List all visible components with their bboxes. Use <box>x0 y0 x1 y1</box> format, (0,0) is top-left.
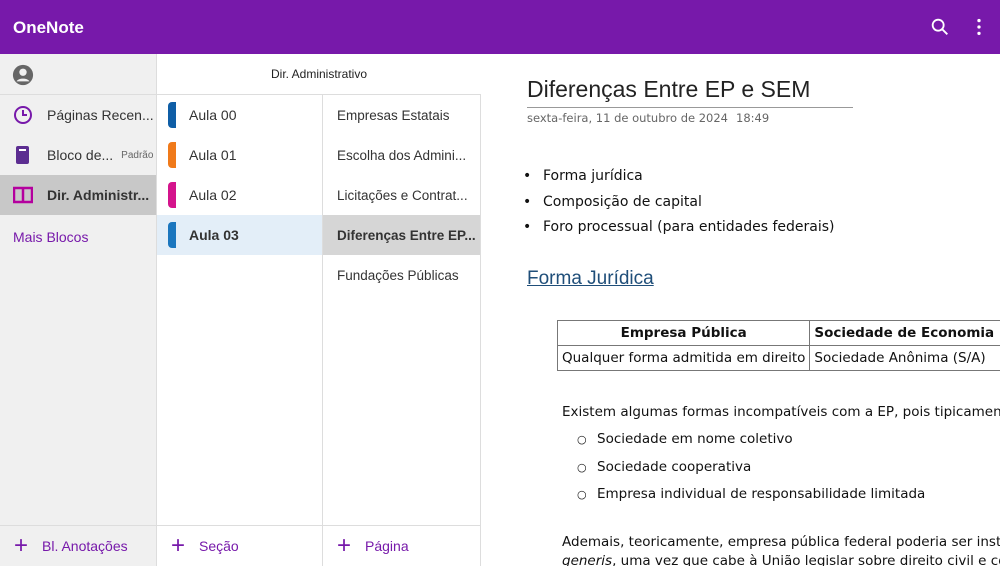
paragraph: Ademais, teoricamente, empresa pública f… <box>562 533 1000 566</box>
page-time: 18:49 <box>736 111 770 125</box>
table-cell: Qualquer forma admitida em direito <box>556 345 811 371</box>
notebook-item-default[interactable]: Bloco de... Padrão <box>0 135 156 175</box>
page-content[interactable]: Diferenças Entre EP e SEM sexta-feira, 1… <box>481 54 1000 566</box>
paragraph-line: Ademais, teoricamente, empresa pública f… <box>562 534 1000 550</box>
list-item: Empresa individual de responsabilidade l… <box>597 481 925 509</box>
book-open-icon <box>13 185 33 205</box>
section-heading: Forma Jurídica <box>527 268 654 289</box>
page-list-pane: Empresas Estatais Escolha dos Admini... … <box>323 54 481 566</box>
section-label: Aula 03 <box>189 227 239 243</box>
paragraph-line: , uma vez que cabe à União legislar sobr… <box>612 553 1000 566</box>
add-page-button[interactable]: + Página <box>323 525 480 566</box>
section-item[interactable]: Aula 01 <box>157 135 322 175</box>
section-pane: Aula 00 Aula 01 Aula 02 Aula 03 + Seção <box>157 54 323 566</box>
add-page-label: Página <box>365 538 409 554</box>
more-notebooks-link[interactable]: Mais Blocos <box>0 215 156 259</box>
paragraph: Existem algumas formas incompatíveis com… <box>562 404 1000 420</box>
section-label: Aula 02 <box>189 187 237 203</box>
page-item[interactable]: Escolha dos Admini... <box>323 135 480 175</box>
notebook-label: Páginas Recen... <box>47 107 154 123</box>
app-header: OneNote <box>0 0 1000 54</box>
page-item[interactable]: Empresas Estatais <box>323 95 480 135</box>
section-tab-icon <box>168 102 176 128</box>
list-item: Forma jurídica <box>543 164 834 190</box>
add-section-button[interactable]: + Seção <box>157 525 322 566</box>
notebook-icon <box>13 145 33 165</box>
section-tab-icon <box>168 142 176 168</box>
page-item[interactable]: Licitações e Contrat... <box>323 175 480 215</box>
account-area[interactable] <box>0 54 156 95</box>
add-notebook-button[interactable]: + Bl. Anotações <box>0 525 156 566</box>
table-header: Sociedade de Economia Mista <box>809 320 1000 346</box>
default-badge: Padrão <box>121 149 154 161</box>
comparison-table: Empresa PúblicaSociedade de Economia Mis… <box>556 320 1000 371</box>
app-title: OneNote <box>13 18 84 37</box>
clock-icon <box>13 105 33 125</box>
plus-icon: + <box>171 532 186 559</box>
more-options-icon[interactable] <box>968 16 990 38</box>
add-section-label: Seção <box>199 538 239 554</box>
page-title[interactable]: Diferenças Entre EP e SEM <box>527 76 853 108</box>
section-item[interactable]: Aula 02 <box>157 175 322 215</box>
add-notebook-label: Bl. Anotações <box>42 538 128 554</box>
page-item[interactable]: Fundações Públicas <box>323 255 480 295</box>
search-icon[interactable] <box>929 16 951 38</box>
section-item-selected[interactable]: Aula 03 <box>157 215 322 255</box>
section-label: Aula 01 <box>189 147 237 163</box>
section-item[interactable]: Aula 00 <box>157 95 322 135</box>
section-tab-icon <box>168 222 176 248</box>
sub-list: Sociedade em nome coletivo Sociedade coo… <box>597 426 925 509</box>
bullet-list: Forma jurídica Composição de capital For… <box>543 164 834 241</box>
list-item: Sociedade em nome coletivo <box>597 426 925 454</box>
page-date: sexta-feira, 11 de outubro de 2024 <box>527 111 728 125</box>
notebook-pane: Páginas Recen... Bloco de... Padrão Dir.… <box>0 54 157 566</box>
plus-icon: + <box>337 532 352 559</box>
notebook-header: Dir. Administrativo <box>157 54 481 95</box>
notebook-label: Bloco de... <box>47 147 114 163</box>
avatar-icon[interactable] <box>12 64 34 86</box>
list-item: Sociedade cooperativa <box>597 454 925 482</box>
page-item-selected[interactable]: Diferenças Entre EP... <box>323 215 480 255</box>
notebook-label: Dir. Administr... <box>47 187 150 203</box>
italic-term: generis <box>562 553 613 566</box>
plus-icon: + <box>14 532 29 559</box>
section-label: Aula 00 <box>189 107 237 123</box>
table-header: Empresa Pública <box>556 320 811 346</box>
notebook-item-dir-admin[interactable]: Dir. Administr... <box>0 175 156 215</box>
list-item: Foro processual (para entidades federais… <box>543 215 834 241</box>
list-item: Composição de capital <box>543 190 834 216</box>
notebook-item-recent[interactable]: Páginas Recen... <box>0 95 156 135</box>
section-tab-icon <box>168 182 176 208</box>
table-cell: Sociedade Anônima (S/A) <box>809 345 1000 371</box>
